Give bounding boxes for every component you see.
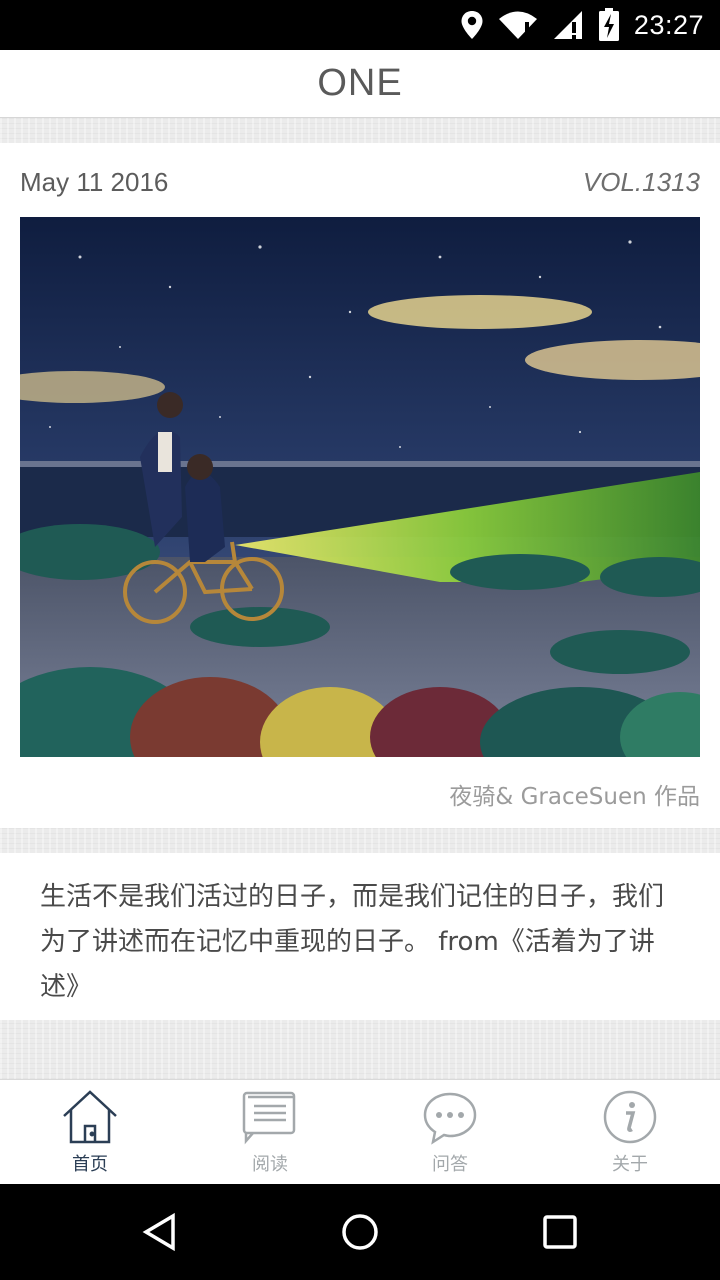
card-volume: VOL.1313 bbox=[582, 167, 700, 197]
app-header: ONE bbox=[0, 50, 720, 118]
content-area[interactable]: May 11 2016 VOL.1313 夜骑& GraceSuen 作品 生活… bbox=[0, 118, 720, 1079]
bottom-tab-bar: 首页 阅读 问答 关于 bbox=[0, 1079, 720, 1184]
quote-text: 生活不是我们活过的日子，而是我们记住的日子，我们为了讲述而在记忆中重现的日子。 … bbox=[40, 882, 665, 1002]
reading-icon bbox=[242, 1091, 296, 1145]
status-bar: 23:27 bbox=[0, 0, 720, 50]
chat-bubble-icon bbox=[423, 1092, 477, 1145]
status-icons: 23:27 bbox=[460, 0, 704, 50]
home-icon bbox=[63, 1090, 117, 1144]
tab-qa[interactable]: 问答 bbox=[360, 1080, 540, 1184]
tab-reading[interactable]: 阅读 bbox=[180, 1080, 360, 1184]
status-time: 23:27 bbox=[633, 9, 704, 40]
tab-home[interactable]: 首页 bbox=[0, 1080, 180, 1184]
battery-charging-icon bbox=[598, 8, 619, 41]
card-date: May 11 2016 bbox=[20, 167, 169, 197]
wifi-icon bbox=[498, 11, 537, 39]
tab-label-qa: 问答 bbox=[432, 1154, 468, 1175]
tab-label-reading: 阅读 bbox=[252, 1154, 288, 1175]
tab-label-home: 首页 bbox=[72, 1154, 108, 1175]
app-title: ONE bbox=[317, 62, 403, 104]
info-icon bbox=[603, 1090, 657, 1144]
nav-back-button[interactable] bbox=[100, 1184, 220, 1280]
system-nav-bar bbox=[0, 1184, 720, 1280]
card-credit: 夜骑& GraceSuen 作品 bbox=[449, 784, 700, 810]
night-ride-illustration[interactable] bbox=[20, 217, 700, 757]
recents-icon bbox=[543, 1215, 577, 1249]
cellular-signal-icon bbox=[553, 11, 582, 39]
daily-card[interactable]: May 11 2016 VOL.1313 夜骑& GraceSuen 作品 bbox=[0, 143, 720, 828]
home-circle-icon bbox=[342, 1214, 378, 1250]
tab-label-about: 关于 bbox=[612, 1154, 648, 1175]
nav-home-button[interactable] bbox=[300, 1184, 420, 1280]
location-icon bbox=[461, 11, 483, 39]
nav-recents-button[interactable] bbox=[500, 1184, 620, 1280]
quote-card[interactable]: 生活不是我们活过的日子，而是我们记住的日子，我们为了讲述而在记忆中重现的日子。 … bbox=[0, 853, 720, 1020]
tab-about[interactable]: 关于 bbox=[540, 1080, 720, 1184]
back-icon bbox=[142, 1212, 175, 1252]
